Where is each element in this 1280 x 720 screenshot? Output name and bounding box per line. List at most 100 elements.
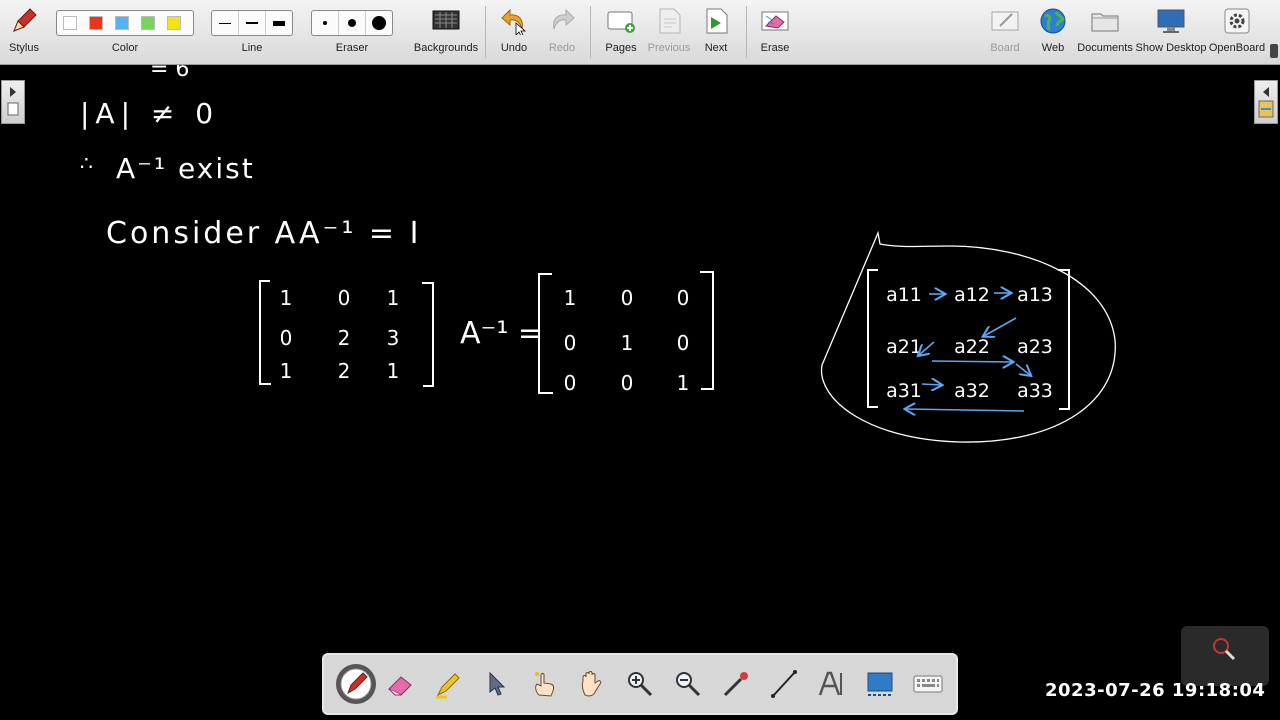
capture-icon (867, 672, 893, 696)
undo-button[interactable]: Undo (497, 4, 531, 60)
web-label: Web (1041, 42, 1065, 54)
previous-page-button[interactable]: Previous (648, 4, 690, 60)
eraser-label: Eraser (335, 42, 369, 54)
line-width-options (211, 10, 293, 36)
web-button[interactable]: Web (1036, 4, 1070, 60)
gear-icon (1222, 6, 1252, 36)
undo-icon (499, 6, 529, 36)
eraser-size-options (311, 10, 393, 36)
line-thin-button[interactable] (212, 11, 239, 35)
arrow-a23-a33 (1015, 363, 1030, 375)
erase-button[interactable]: Erase (758, 4, 792, 60)
color-swatch-green[interactable] (141, 16, 155, 30)
zoom-widget[interactable] (1181, 626, 1269, 686)
order-cell-r3c2: a32 (954, 380, 990, 402)
toolbar-divider (485, 6, 486, 58)
eraser-large-button[interactable] (366, 11, 392, 35)
line-width-picker: Line (211, 4, 293, 60)
line-thick-button[interactable] (266, 11, 292, 35)
documents-button[interactable]: Documents (1077, 4, 1133, 60)
backgrounds-icon (431, 6, 461, 36)
line-label: Line (241, 42, 263, 54)
redo-icon (547, 6, 577, 36)
determinant-statement: |A| ≠ 0 (80, 97, 219, 130)
previous-page-icon (654, 6, 684, 36)
pages-label: Pages (605, 42, 637, 54)
next-page-button[interactable]: Next (699, 4, 733, 60)
keyboard-icon (913, 675, 943, 693)
order-cell-r1c3: a13 (1017, 284, 1053, 306)
whiteboard-canvas[interactable]: = 6 |A| ≠ 0 ∴ A⁻¹ exist Consider AA⁻¹ = … (0, 65, 1280, 655)
matrix-a-cell-r3c1: 1 (280, 359, 293, 383)
eraser-tool-button[interactable] (384, 668, 416, 700)
hand-icon (581, 671, 602, 697)
add-page-icon (606, 6, 636, 36)
therefore-symbol: ∴ (80, 151, 93, 175)
interact-tool-button[interactable] (528, 668, 560, 700)
line-tool-button[interactable] (768, 668, 800, 700)
top-toolbar: Stylus Color Line Eraser Backgrounds Und… (0, 0, 1280, 65)
hand-tool-button[interactable] (576, 668, 608, 700)
pages-button[interactable]: Pages (603, 4, 639, 60)
matrix-a: 1 0 1 0 2 3 1 2 1 (280, 286, 400, 383)
highlighter-tool-button[interactable] (432, 668, 464, 700)
highlighter-icon (436, 673, 460, 699)
toolbar-scroll-handle[interactable] (1270, 44, 1278, 58)
openboard-button[interactable]: OpenBoard (1209, 4, 1265, 60)
partial-equation-top: = 6 (150, 65, 189, 82)
redo-button[interactable]: Redo (545, 4, 579, 60)
identity-cell-r2c3: 0 (677, 331, 690, 355)
pointing-hand-icon (535, 672, 555, 697)
line-medium-button[interactable] (239, 11, 266, 35)
pen-icon (340, 668, 372, 700)
capture-tool-button[interactable] (864, 668, 896, 700)
matrix-a-cell-r2c3: 3 (387, 326, 400, 350)
show-desktop-label: Show Desktop (1135, 42, 1207, 54)
folder-icon (1090, 6, 1120, 36)
board-button[interactable]: Board (987, 4, 1023, 60)
identity-cell-r3c2: 0 (621, 371, 634, 395)
zoom-out-tool-button[interactable] (672, 668, 704, 700)
color-swatch-red[interactable] (89, 16, 103, 30)
show-desktop-button[interactable]: Show Desktop (1136, 4, 1206, 60)
order-cell-r2c2: a22 (954, 336, 990, 358)
stylus-button[interactable]: Stylus (6, 4, 42, 60)
identity-cell-r2c2: 1 (621, 331, 634, 355)
order-cell-r3c1: a31 (886, 380, 922, 402)
color-swatch-white[interactable] (63, 16, 77, 30)
previous-label: Previous (647, 42, 691, 54)
erase-icon (760, 6, 790, 36)
backgrounds-button[interactable]: Backgrounds (413, 4, 479, 60)
text-tool-button[interactable] (816, 668, 848, 700)
toolbar-divider (590, 6, 591, 58)
identity-cell-r3c1: 0 (564, 371, 577, 395)
identity-matrix: 1 0 0 0 1 0 0 0 1 (564, 286, 690, 395)
eraser-medium-button[interactable] (339, 11, 366, 35)
identity-cell-r1c2: 0 (621, 286, 634, 310)
next-page-icon (701, 6, 731, 36)
a-inverse-equals: A⁻¹ = (460, 316, 543, 351)
undo-label: Undo (500, 42, 528, 54)
matrix-a-cell-r1c1: 1 (280, 286, 293, 310)
text-tool-icon (818, 671, 842, 696)
board-label: Board (990, 42, 1020, 54)
laser-pointer-tool-button[interactable] (720, 668, 752, 700)
order-cell-r1c1: a11 (886, 284, 922, 306)
color-swatch-blue[interactable] (115, 16, 129, 30)
stylus-label: Stylus (9, 42, 39, 54)
globe-icon (1038, 6, 1068, 36)
identity-cell-r1c3: 0 (677, 286, 690, 310)
consider-equation: Consider AA⁻¹ = I (106, 216, 421, 251)
color-swatch-yellow[interactable] (167, 16, 181, 30)
eraser-small-button[interactable] (312, 11, 339, 35)
color-picker: Color (56, 4, 194, 60)
zoom-out-icon (676, 672, 701, 697)
zoom-in-tool-button[interactable] (624, 668, 656, 700)
pen-tool-button[interactable] (336, 664, 376, 704)
inverse-exists-text: A⁻¹ exist (116, 152, 255, 185)
openboard-label: OpenBoard (1208, 42, 1266, 54)
backgrounds-label: Backgrounds (413, 42, 479, 54)
virtual-keyboard-button[interactable] (912, 668, 944, 700)
selector-tool-button[interactable] (480, 668, 512, 700)
arrow-a31-a32 (921, 384, 941, 385)
